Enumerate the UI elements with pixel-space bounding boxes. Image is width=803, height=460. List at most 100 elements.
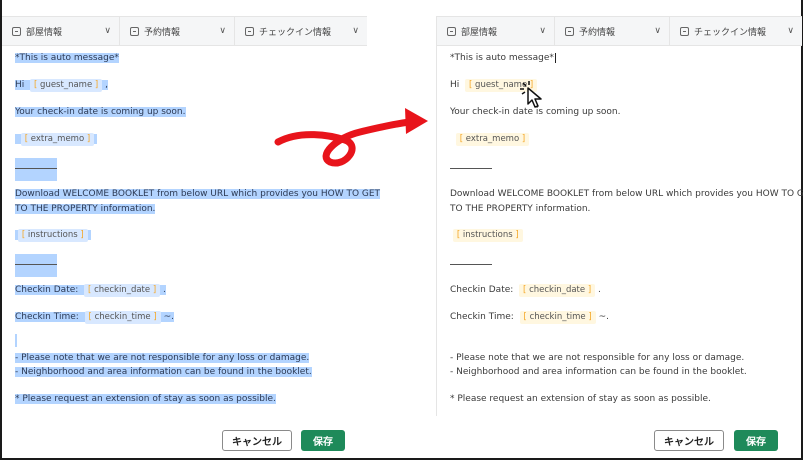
token-bracket: ] — [587, 285, 592, 295]
punctuation: ~. — [598, 312, 609, 322]
chevron-down-icon: ∨ — [654, 26, 661, 36]
token-bracket: ] — [588, 312, 592, 322]
token-bracket: [ — [523, 312, 527, 322]
empty-line — [15, 334, 17, 347]
token-label: checkin_date — [94, 285, 151, 295]
checkin-icon — [680, 26, 689, 36]
token-bracket: ] — [152, 285, 157, 295]
cancel-button[interactable]: キャンセル — [222, 430, 292, 451]
chevron-down-icon: ∨ — [219, 26, 226, 36]
token-bracket: [ — [523, 285, 527, 295]
checkin-date-token[interactable]: [ checkin_date ] — [84, 284, 161, 297]
message-line: Your check-in date is coming up soon. — [15, 107, 186, 117]
editor-footer: キャンセル 保存 — [436, 416, 801, 460]
editor-toolbar: 部屋情報 ∨ 予約情報 ∨ チェックイン情報 ∨ — [436, 16, 802, 46]
chevron-down-icon: ∨ — [104, 26, 111, 36]
message-line: * Please request an extension of stay as… — [450, 394, 711, 404]
message-line: Download WELCOME BOOKLET from below URL … — [450, 189, 803, 199]
extra-memo-token[interactable]: [ extra_memo ] — [455, 133, 530, 146]
editor-panel-after: 部屋情報 ∨ 予約情報 ∨ チェックイン情報 ∨ *This is auto m… — [436, 0, 803, 460]
message-line: Checkin Time: — [450, 312, 514, 322]
token-bracket: ] — [515, 230, 519, 240]
token-bracket: [ — [21, 230, 26, 240]
divider-line — [15, 254, 57, 277]
message-line: Hi — [15, 80, 25, 90]
room-icon — [447, 26, 456, 36]
token-label: extra_memo — [30, 134, 85, 144]
divider-line — [15, 158, 57, 181]
token-bracket: [ — [469, 80, 473, 90]
token-bracket: [ — [34, 80, 38, 90]
extra-memo-token[interactable]: [ extra_memo ] — [20, 133, 95, 146]
reservation-icon — [130, 26, 139, 36]
token-bracket: ] — [94, 80, 99, 90]
checkin-info-dropdown[interactable]: チェックイン情報 ∨ — [235, 17, 367, 45]
token-label: guest_name — [40, 80, 93, 90]
punctuation: . — [163, 285, 166, 295]
token-label: instructions — [27, 230, 78, 240]
token-label: instructions — [462, 230, 513, 240]
room-info-dropdown[interactable]: 部屋情報 ∨ — [437, 17, 555, 45]
text-caret — [554, 52, 556, 63]
reservation-info-dropdown[interactable]: 予約情報 ∨ — [120, 17, 235, 45]
message-line: * Please request an extension of stay as… — [15, 394, 276, 404]
chevron-down-icon: ∨ — [539, 26, 546, 36]
token-label: checkin_time — [94, 312, 151, 322]
token-label: checkin_time — [529, 312, 586, 322]
message-line: - Neighborhood and area information can … — [15, 367, 312, 377]
message-editor[interactable]: *This is auto message* Hi [ guest_name ]… — [436, 44, 803, 416]
chevron-down-icon: ∨ — [787, 26, 794, 36]
instructions-token[interactable]: [ instructions ] — [17, 229, 88, 242]
punctuation: . — [598, 285, 601, 295]
message-editor[interactable]: *This is auto message* Hi [ guest_name ]… — [2, 44, 381, 416]
cancel-button[interactable]: キャンセル — [654, 430, 724, 451]
checkin-info-label: チェックイン情報 — [259, 27, 332, 38]
room-info-dropdown[interactable]: 部屋情報 ∨ — [2, 17, 120, 45]
chevron-down-icon: ∨ — [352, 26, 359, 36]
message-line: TO THE PROPERTY information. — [450, 204, 591, 214]
message-line: Checkin Date: — [15, 285, 79, 295]
message-line: Hi — [450, 80, 460, 90]
cursor-icon — [520, 81, 542, 108]
checkin-info-label: チェックイン情報 — [694, 27, 767, 38]
token-bracket: ] — [153, 312, 157, 322]
message-line: *This is auto message* — [15, 53, 119, 63]
guest-name-token[interactable]: [ guest_name ] — [30, 79, 103, 92]
reservation-info-dropdown[interactable]: 予約情報 ∨ — [555, 17, 670, 45]
token-bracket: [ — [459, 134, 464, 144]
token-bracket: [ — [88, 285, 92, 295]
save-button[interactable]: 保存 — [734, 430, 778, 451]
checkin-icon — [245, 26, 254, 36]
reservation-info-label: 予約情報 — [579, 27, 616, 38]
token-bracket: [ — [88, 312, 92, 322]
token-bracket: ] — [80, 230, 84, 240]
token-bracket: ] — [521, 134, 526, 144]
divider-line — [450, 264, 492, 265]
token-bracket: [ — [24, 134, 29, 144]
message-line: Checkin Date: — [450, 285, 514, 295]
message-line: - Please note that we are not responsibl… — [15, 353, 310, 363]
message-line: Checkin Time: — [15, 312, 79, 322]
editor-footer: キャンセル 保存 — [2, 416, 367, 460]
editor-panel-before: 部屋情報 ∨ 予約情報 ∨ チェックイン情報 ∨ *This is auto m… — [2, 0, 381, 460]
message-line: - Neighborhood and area information can … — [450, 367, 747, 377]
editor-toolbar: 部屋情報 ∨ 予約情報 ∨ チェックイン情報 ∨ — [2, 16, 367, 46]
message-line: - Please note that we are not responsibl… — [450, 353, 745, 363]
reservation-info-label: 予約情報 — [144, 27, 181, 38]
token-bracket: ] — [86, 134, 91, 144]
reservation-icon — [565, 26, 574, 36]
message-line: TO THE PROPERTY information. — [15, 204, 156, 214]
checkin-date-token[interactable]: [ checkin_date ] — [519, 284, 596, 297]
token-bracket: [ — [456, 230, 461, 240]
divider-line — [450, 168, 492, 169]
token-label: extra_memo — [465, 134, 520, 144]
checkin-info-dropdown[interactable]: チェックイン情報 ∨ — [670, 17, 802, 45]
punctuation: , — [105, 80, 108, 90]
checkin-time-token[interactable]: [ checkin_time ] — [84, 311, 161, 324]
message-line: Download WELCOME BOOKLET from below URL … — [15, 189, 381, 199]
instructions-token[interactable]: [ instructions ] — [452, 229, 523, 242]
room-info-label: 部屋情報 — [26, 27, 63, 38]
punctuation: ~. — [163, 312, 174, 322]
checkin-time-token[interactable]: [ checkin_time ] — [519, 311, 596, 324]
save-button[interactable]: 保存 — [301, 430, 345, 451]
